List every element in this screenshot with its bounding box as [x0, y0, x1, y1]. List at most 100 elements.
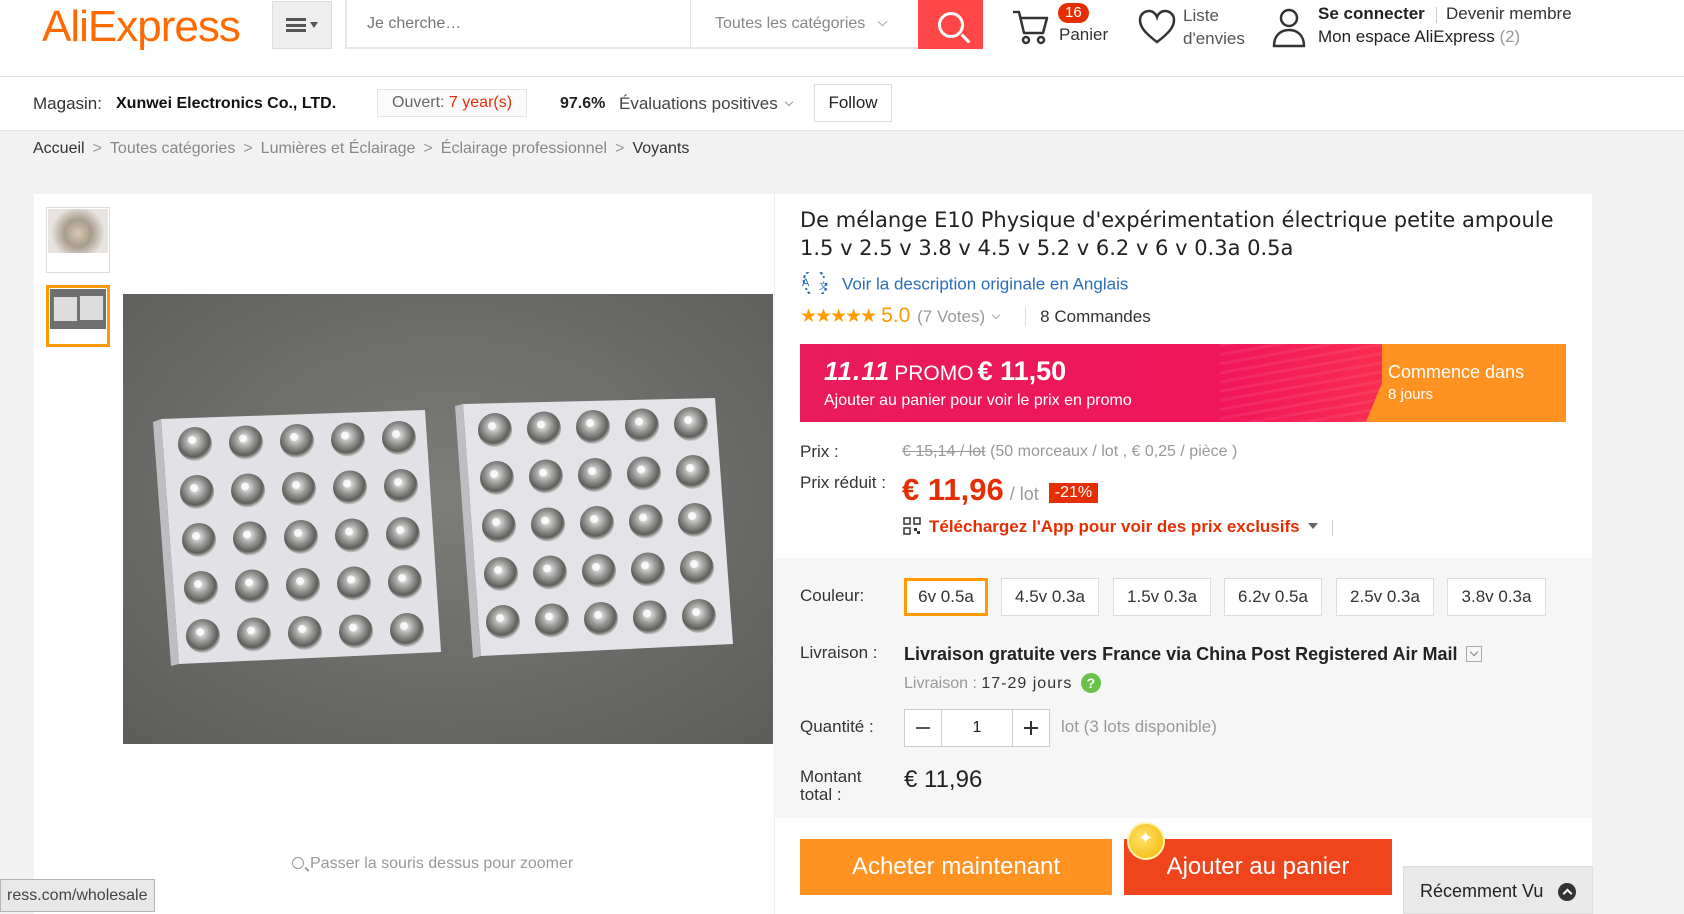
bulb-highlight — [637, 465, 645, 474]
quantity-label: Quantité : — [800, 717, 874, 736]
decrease-quantity-button[interactable] — [905, 710, 941, 746]
bulb-shape — [286, 568, 320, 602]
bulb-shape — [482, 509, 516, 543]
shipping-time-label: Livraison : — [904, 675, 977, 692]
bulb-shape — [486, 605, 520, 639]
caret-down-icon — [1307, 523, 1318, 529]
bulb-highlight — [347, 575, 355, 584]
bulb-highlight — [492, 518, 500, 526]
bulb-shape — [231, 473, 265, 508]
help-icon[interactable]: ? — [1080, 673, 1101, 693]
bulb-shape — [625, 408, 659, 443]
join-link[interactable]: Devenir membre — [1446, 4, 1572, 24]
bulb-shape — [384, 469, 418, 503]
color-option[interactable]: 3.8v 0.3a — [1447, 578, 1546, 616]
orders-count: 8 Commandes — [1025, 307, 1151, 326]
app-promo-text: Téléchargez l'App pour voir des prix exc… — [929, 517, 1300, 536]
votes-dropdown[interactable]: (7 Votes) — [917, 307, 1001, 326]
bulb-shape — [678, 503, 712, 537]
bulb-highlight — [488, 422, 496, 430]
category-menu-button[interactable] — [272, 1, 332, 49]
bulb-highlight — [686, 464, 694, 472]
bulb-shape — [478, 413, 512, 447]
thumbnail-2-selected[interactable] — [46, 285, 110, 347]
promo-price: € 11,50 — [977, 356, 1067, 386]
bulb-highlight — [341, 431, 349, 440]
bulb-shape — [527, 411, 561, 446]
bulb-highlight — [392, 430, 400, 438]
store-bar: Magasin: Xunwei Electronics Co., LTD. Ou… — [0, 77, 1684, 131]
recently-viewed-button[interactable]: Récemment Vu — [1403, 866, 1593, 914]
breadcrumb-all-categories[interactable]: Toutes catégories — [110, 140, 235, 157]
heart-icon — [1138, 9, 1176, 44]
breadcrumb-pro-lighting[interactable]: Éclairage professionnel — [441, 140, 607, 157]
my-account-link[interactable]: Mon espace AliExpress (2) — [1318, 27, 1520, 47]
app-exclusive-prices-link[interactable]: Téléchargez l'App pour voir des prix exc… — [903, 516, 1333, 537]
sign-in-link[interactable]: Se connecter — [1318, 4, 1425, 24]
bulb-highlight — [192, 532, 200, 540]
view-original-description-link[interactable]: A 文 Voir la description originale en Ang… — [800, 272, 1129, 296]
bulb-highlight — [245, 578, 253, 587]
rating-row: ★★★★★ 5.0 (7 Votes) 8 Commandes — [800, 304, 1151, 328]
thumbnail-1[interactable] — [46, 207, 110, 273]
color-label: Couleur: — [800, 586, 865, 605]
increase-quantity-button[interactable] — [1013, 710, 1049, 746]
quantity-input[interactable] — [941, 710, 1013, 746]
bulb-highlight — [292, 481, 300, 489]
bulb-highlight — [690, 560, 698, 568]
color-option[interactable]: 4.5v 0.3a — [1001, 578, 1099, 616]
cart-link[interactable]: 16 Panier — [1010, 2, 1120, 50]
bulb-shape — [180, 475, 214, 509]
bulb-highlight — [241, 482, 249, 491]
breadcrumb-lighting[interactable]: Lumières et Éclairage — [261, 140, 416, 157]
bulb-highlight — [349, 623, 357, 632]
bulb-highlight — [586, 419, 594, 427]
buy-now-button[interactable]: Acheter maintenant — [800, 839, 1112, 895]
bulb-highlight — [590, 515, 598, 523]
bulb-shape — [682, 599, 716, 633]
bulb-shape — [580, 506, 614, 540]
shipping-method-select[interactable]: Livraison gratuite vers France via China… — [904, 644, 1482, 665]
bulb-highlight — [543, 564, 551, 573]
bulb-highlight — [290, 433, 298, 441]
promo-subtext: Ajouter au panier pour voir le prix en p… — [824, 392, 1132, 409]
search-button[interactable] — [918, 0, 983, 49]
color-option[interactable]: 6.2v 0.5a — [1224, 578, 1322, 616]
votes-count: (7 Votes) — [917, 307, 986, 326]
bulb-shape — [390, 613, 424, 647]
thumbnail-image — [50, 289, 106, 329]
bulb-shape — [674, 407, 708, 441]
store-rating-dropdown[interactable]: Évaluations positives — [619, 94, 794, 114]
search-input[interactable] — [347, 0, 690, 47]
breadcrumb-home[interactable]: Accueil — [33, 140, 85, 157]
bulb-highlight — [343, 479, 351, 488]
color-option[interactable]: 2.5v 0.3a — [1336, 578, 1434, 616]
bulb-highlight — [398, 574, 406, 582]
bulb-shape — [335, 518, 369, 553]
shipping-days: 17-29 jours — [981, 675, 1073, 692]
bulb-highlight — [594, 611, 602, 619]
aliexpress-logo[interactable]: AliExpress™ — [42, 0, 250, 52]
store-name-link[interactable]: Xunwei Electronics Co., LTD. — [116, 95, 336, 113]
bulb-highlight — [298, 625, 306, 633]
translate-link-text: Voir la description originale en Anglais — [842, 274, 1129, 294]
account-area: Se connecter Devenir membre Mon espace A… — [1271, 2, 1601, 50]
total-amount: € 11,96 — [904, 766, 983, 793]
color-option-selected[interactable]: 6v 0.5a — [904, 578, 988, 616]
bulb-highlight — [635, 417, 643, 426]
original-price: € 15,14 / lot (50 morceaux / lot , € 0,2… — [902, 443, 1237, 461]
product-main-image[interactable] — [123, 294, 773, 744]
bulb-highlight — [345, 527, 353, 536]
search-category-select[interactable]: Toutes les catégories — [690, 0, 924, 47]
bulb-highlight — [296, 577, 304, 585]
promo-tag: 11.11 — [824, 356, 891, 386]
wishlist-link[interactable]: Liste d'envies — [1137, 2, 1257, 50]
add-to-cart-button[interactable]: Ajouter au panier — [1124, 839, 1392, 895]
search-bar: Toutes les catégories — [345, 0, 983, 49]
bulb-shape — [178, 427, 212, 461]
follow-button[interactable]: Follow — [814, 84, 892, 122]
open-years: 7 year(s) — [448, 94, 513, 111]
bulb-shape — [233, 521, 267, 556]
color-option[interactable]: 1.5v 0.3a — [1113, 578, 1211, 616]
bulb-highlight — [400, 622, 408, 630]
